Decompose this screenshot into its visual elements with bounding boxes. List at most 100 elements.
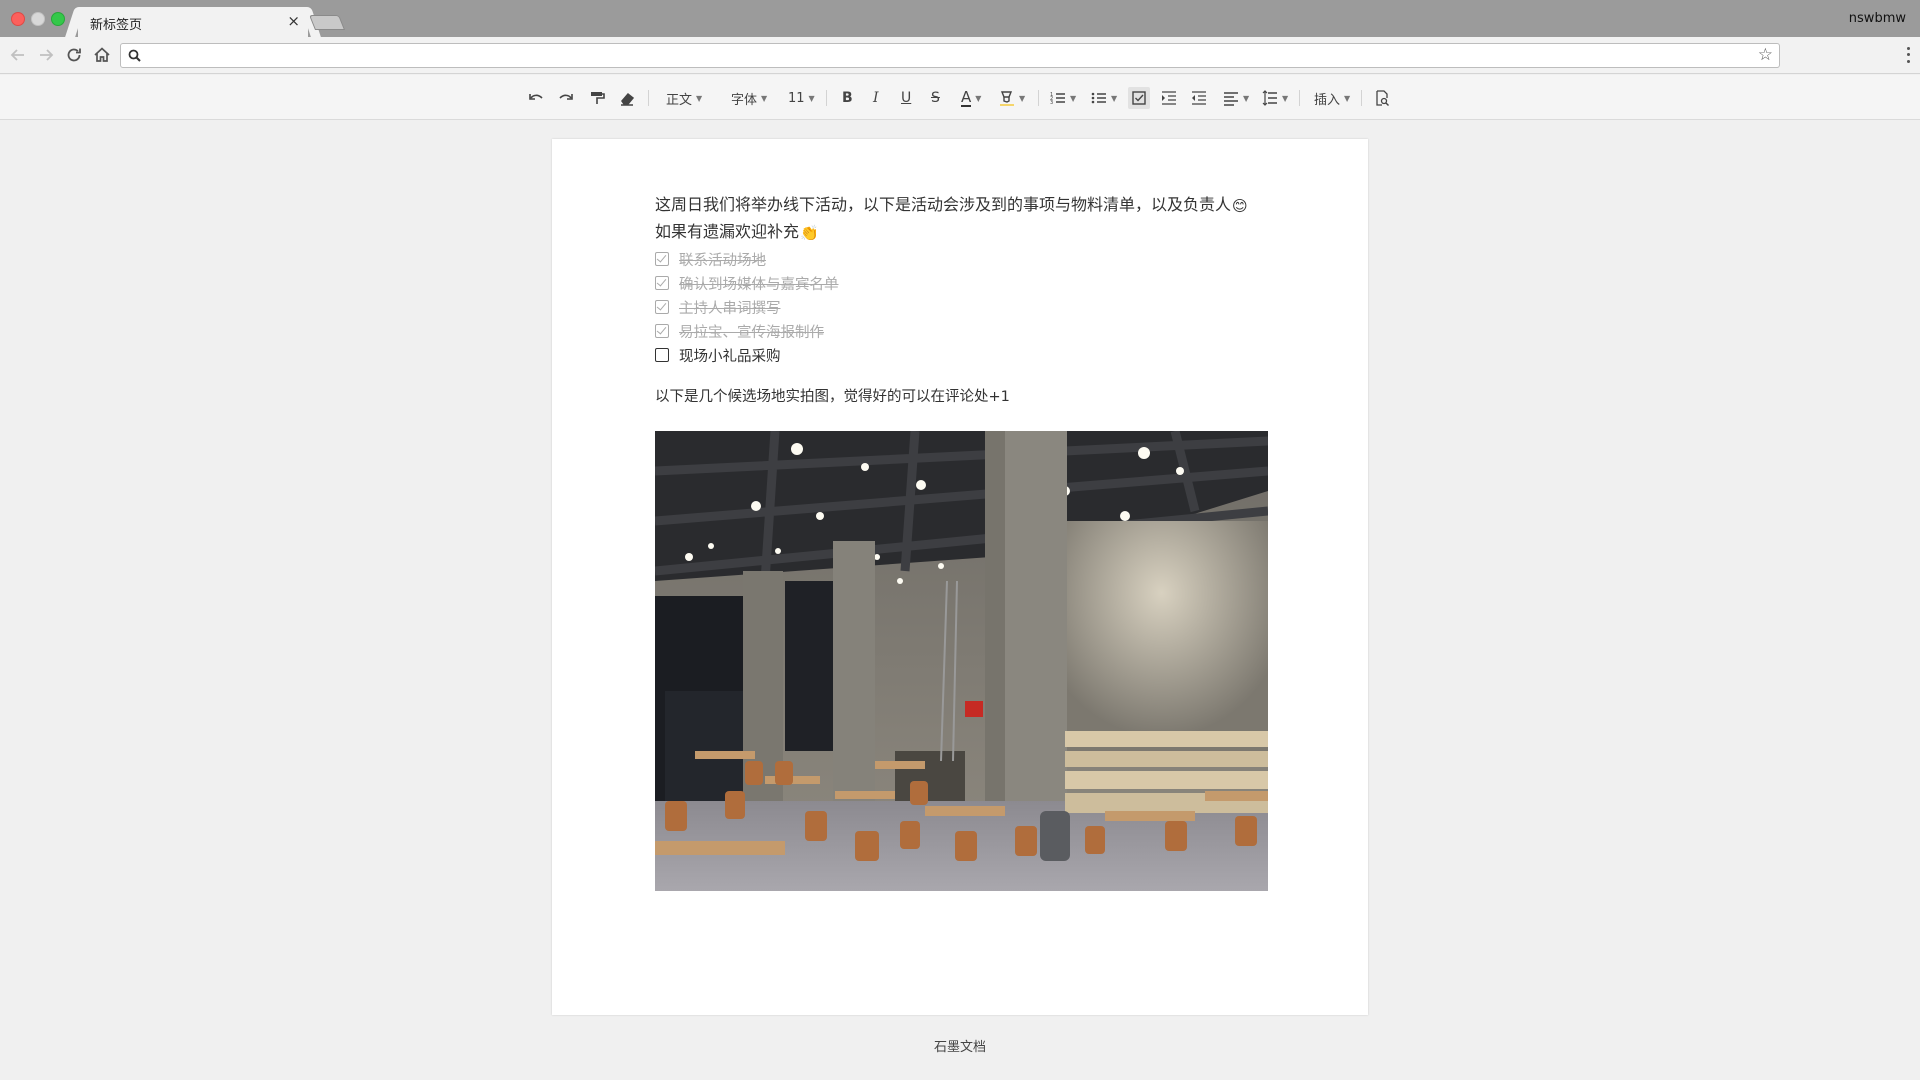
ordered-list-button[interactable]: 1 2 3 ▼ <box>1050 87 1076 109</box>
chevron-down-icon: ▼ <box>808 93 815 103</box>
checklist-item-text: 确认到场媒体与嘉宾名单 <box>679 276 839 293</box>
paragraph-style-dropdown[interactable]: 正文 ▼ <box>666 87 702 109</box>
home-icon <box>94 47 110 62</box>
chevron-down-icon: ▼ <box>761 93 768 103</box>
indent-increase-icon <box>1162 91 1176 105</box>
venue-photo-image <box>655 431 1268 891</box>
paint-brush-icon <box>591 92 605 104</box>
chevron-down-icon: ▼ <box>975 93 982 103</box>
chevron-down-icon: ▼ <box>1243 93 1250 103</box>
indent-increase-button[interactable] <box>1161 87 1177 109</box>
address-input[interactable] <box>149 46 1729 65</box>
photo-caption: 以下是几个候选场地实拍图，觉得好的可以在评论处+1 <box>655 389 1010 405</box>
redo-button[interactable] <box>557 87 575 109</box>
menu-dot-icon <box>1906 53 1910 57</box>
tab-close-icon[interactable]: × <box>287 12 300 30</box>
checkbox-checked-icon[interactable] <box>655 300 669 314</box>
indent-decrease-icon <box>1192 91 1206 105</box>
forward-button[interactable] <box>36 45 56 65</box>
venue-photo[interactable] <box>655 431 1268 891</box>
highlighter-icon <box>1000 91 1014 106</box>
profile-name[interactable]: nswbmw <box>1849 11 1906 26</box>
chevron-down-icon: ▼ <box>1282 93 1289 103</box>
checkbox-checked-icon[interactable] <box>655 276 669 290</box>
title-bar: 新标签页 × nswbmw <box>0 0 1920 37</box>
bookmark-star-icon[interactable]: ☆ <box>1758 45 1773 65</box>
align-dropdown[interactable]: ▼ <box>1223 87 1249 109</box>
checklist-item[interactable]: 易拉宝、宣传海报制作 <box>655 321 824 341</box>
format-painter-button[interactable] <box>588 87 606 109</box>
document-page[interactable]: 这周日我们将举办线下活动，以下是活动会涉及到的事项与物料清单，以及负责人😊 如果… <box>552 139 1368 1015</box>
clap-emoji-icon: 👏 <box>800 224 819 242</box>
bullet-list-button[interactable]: ▼ <box>1091 87 1117 109</box>
navigation-bar: ☆ <box>0 37 1920 74</box>
align-left-icon <box>1224 92 1238 106</box>
checklist-item-text: 易拉宝、宣传海报制作 <box>679 324 824 341</box>
line-spacing-icon <box>1262 90 1277 106</box>
ordered-list-icon: 123 <box>1050 92 1065 106</box>
window-close-button[interactable] <box>11 12 25 26</box>
checklist-item[interactable]: 主持人串词撰写 <box>655 297 781 317</box>
checklist-button[interactable] <box>1128 87 1150 109</box>
paragraph-style-label: 正文 <box>666 92 693 108</box>
font-family-dropdown[interactable]: 字体 ▼ <box>731 87 767 109</box>
browser-tab[interactable]: 新标签页 × <box>78 7 308 37</box>
chevron-down-icon: ▼ <box>1070 93 1077 103</box>
intro-text-2: 如果有遗漏欢迎补充 <box>655 222 800 241</box>
arrow-right-icon <box>40 49 54 61</box>
menu-dot-icon <box>1906 60 1910 64</box>
bullet-list-icon <box>1091 92 1106 104</box>
reload-button[interactable] <box>64 45 84 65</box>
checkbox-icon <box>1132 91 1146 105</box>
insert-label: 插入 <box>1314 92 1341 108</box>
clear-format-button[interactable] <box>618 87 636 109</box>
checklist-item-text: 现场小礼品采购 <box>679 348 781 365</box>
redo-icon <box>559 94 573 100</box>
document-search-button[interactable] <box>1374 87 1390 109</box>
chevron-down-icon: ▼ <box>1111 93 1118 103</box>
italic-button[interactable]: I <box>873 87 879 109</box>
window-minimize-button[interactable] <box>31 12 45 26</box>
checklist-item[interactable]: 现场小礼品采购 <box>655 345 781 365</box>
doc-search-icon <box>1376 90 1389 106</box>
checklist-item-text: 主持人串词撰写 <box>679 300 781 317</box>
checkbox-checked-icon[interactable] <box>655 252 669 266</box>
address-bar[interactable]: ☆ <box>120 43 1780 68</box>
chevron-down-icon: ▼ <box>1019 93 1026 103</box>
browser-menu-button[interactable] <box>1904 45 1912 65</box>
checklist-item-text: 联系活动场地 <box>679 252 766 269</box>
menu-dot-icon <box>1906 46 1910 50</box>
window-maximize-button[interactable] <box>51 12 65 26</box>
reload-icon <box>67 48 81 62</box>
undo-button[interactable] <box>527 87 545 109</box>
strikethrough-button[interactable]: S <box>931 87 940 109</box>
font-color-label: A <box>961 88 972 107</box>
chevron-down-icon: ▼ <box>1344 93 1351 103</box>
checkbox-checked-icon[interactable] <box>655 324 669 338</box>
font-color-button[interactable]: A ▼ <box>961 87 981 109</box>
intro-line-1: 这周日我们将举办线下活动，以下是活动会涉及到的事项与物料清单，以及负责人😊 <box>655 191 1248 215</box>
svg-text:3: 3 <box>1050 100 1053 106</box>
line-spacing-dropdown[interactable]: ▼ <box>1262 87 1288 109</box>
tab-title: 新标签页 <box>90 18 143 33</box>
intro-text-1: 这周日我们将举办线下活动，以下是活动会涉及到的事项与物料清单，以及负责人 <box>655 195 1232 214</box>
eraser-icon <box>621 92 635 106</box>
font-family-label: 字体 <box>731 92 758 108</box>
highlight-color-button[interactable]: ▼ <box>999 87 1025 109</box>
editor-toolbar: 正文 ▼ 字体 ▼ 11 ▼ B I U S A ▼ ▼ 1 2 3 ▼ ▼ ▼ ▼ 插入 ▼ <box>0 75 1920 120</box>
smile-emoji-icon: 😊 <box>1232 197 1248 215</box>
indent-decrease-button[interactable] <box>1191 87 1207 109</box>
chevron-down-icon: ▼ <box>696 93 703 103</box>
font-size-dropdown[interactable]: 11 ▼ <box>788 87 815 109</box>
home-button[interactable] <box>92 45 112 65</box>
undo-icon <box>529 94 543 100</box>
bold-button[interactable]: B <box>842 87 853 109</box>
intro-line-2: 如果有遗漏欢迎补充👏 <box>655 218 819 242</box>
checklist-item[interactable]: 联系活动场地 <box>655 249 766 269</box>
new-tab-button[interactable] <box>308 15 346 30</box>
checkbox-unchecked-icon[interactable] <box>655 348 669 362</box>
underline-button[interactable]: U <box>901 87 911 109</box>
insert-dropdown[interactable]: 插入 ▼ <box>1314 87 1350 109</box>
checklist-item[interactable]: 确认到场媒体与嘉宾名单 <box>655 273 839 293</box>
back-button[interactable] <box>8 45 28 65</box>
